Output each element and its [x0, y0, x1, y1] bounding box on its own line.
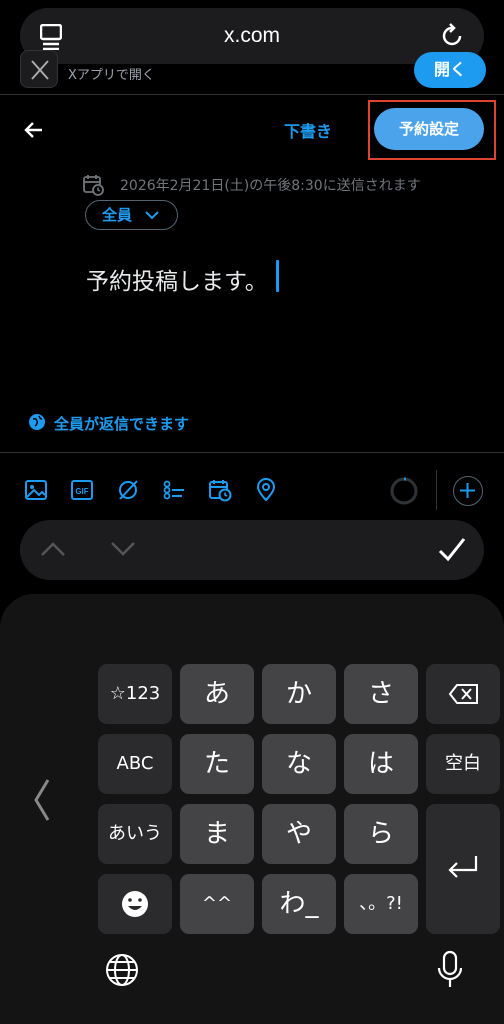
key-ya[interactable]: や [262, 804, 336, 864]
reply-setting[interactable]: 全員が返信できます [54, 413, 189, 434]
key-a[interactable]: あ [180, 664, 254, 724]
location-icon[interactable] [254, 478, 278, 502]
key-ra[interactable]: ら [344, 804, 418, 864]
back-arrow-icon[interactable] [22, 118, 46, 142]
schedule-info: 2026年2月21日(土)の午後8:30に送信されます [120, 178, 421, 194]
gif-icon[interactable]: GIF [70, 478, 94, 502]
poll-icon[interactable] [162, 478, 186, 502]
audience-selector[interactable]: 全員 [85, 200, 178, 230]
emoji-key[interactable] [98, 874, 172, 934]
return-key[interactable] [426, 804, 500, 934]
grok-icon[interactable] [116, 478, 140, 502]
key-abc[interactable]: ABC [98, 734, 172, 794]
backspace-icon [448, 684, 478, 704]
post-text-input[interactable]: 予約投稿します。 [86, 262, 268, 296]
delete-key[interactable] [426, 664, 500, 724]
text-caret [276, 260, 279, 292]
key-ta[interactable]: た [180, 734, 254, 794]
divider [436, 470, 437, 510]
checkmark-icon[interactable] [436, 534, 468, 566]
keyboard-accessory-bar [20, 520, 484, 580]
chevron-down-icon[interactable] [110, 540, 136, 558]
globe-icon[interactable] [104, 952, 140, 988]
svg-text:GIF: GIF [75, 487, 88, 496]
plus-icon [460, 483, 475, 498]
return-icon [448, 856, 478, 878]
key-punctuation[interactable]: 、。?! [344, 874, 418, 934]
add-post-button[interactable] [453, 476, 483, 506]
chevron-down-icon [145, 211, 159, 220]
key-na[interactable]: な [262, 734, 336, 794]
url-text: x.com [223, 24, 280, 47]
open-in-app-text: Xアプリで開く [68, 68, 155, 83]
key-ha[interactable]: は [344, 734, 418, 794]
divider [0, 452, 504, 453]
address-bar[interactable]: x.com [20, 8, 484, 64]
key-symbols[interactable]: ☆123 [98, 664, 172, 724]
x-app-logo [20, 50, 58, 88]
microphone-icon[interactable] [436, 950, 464, 990]
chevron-up-icon[interactable] [40, 540, 66, 558]
key-ma[interactable]: ま [180, 804, 254, 864]
x-logo-icon [31, 60, 49, 80]
reader-mode-icon[interactable] [40, 24, 62, 50]
open-app-button[interactable]: 開く [414, 52, 486, 88]
key-kaomoji[interactable]: ^^ [180, 874, 254, 934]
character-count-ring [390, 477, 418, 505]
globe-icon [29, 414, 45, 430]
emoji-icon [122, 891, 148, 917]
space-key[interactable]: 空白 [426, 734, 500, 794]
divider [0, 94, 504, 95]
chevron-left-icon[interactable] [32, 778, 52, 822]
key-hiragana[interactable]: あいう [98, 804, 172, 864]
key-wa[interactable]: わ_ [262, 874, 336, 934]
audience-label: 全員 [102, 206, 133, 224]
key-ka[interactable]: か [262, 664, 336, 724]
schedule-icon[interactable] [208, 478, 232, 502]
image-icon[interactable] [24, 478, 48, 502]
schedule-button[interactable]: 予約設定 [374, 108, 484, 150]
reload-icon[interactable] [438, 22, 466, 50]
calendar-clock-icon [83, 175, 104, 196]
key-sa[interactable]: さ [344, 664, 418, 724]
drafts-link[interactable]: 下書き [284, 118, 332, 142]
